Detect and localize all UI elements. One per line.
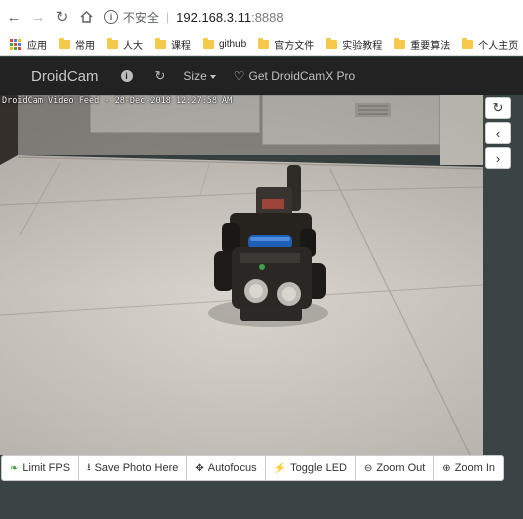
bookmark-folder[interactable]: 官方文件 — [258, 37, 314, 52]
bookmark-label: 重要算法 — [410, 41, 451, 52]
bookmark-label: github — [219, 39, 247, 50]
next-button[interactable]: › — [485, 147, 511, 169]
toggle-led-button[interactable]: ⚡ Toggle LED — [264, 455, 356, 481]
zoom-out-icon: ⊖ — [364, 462, 373, 474]
info-icon: i — [104, 10, 118, 24]
app-navbar: DroidCam i ↻ Size ♡ Get DroidCamX Pro — [0, 57, 523, 95]
zoom-in-label: Zoom In — [454, 462, 496, 474]
size-label: Size — [183, 69, 207, 83]
bookmark-label: 个人主页 — [478, 41, 519, 52]
bookmark-folder[interactable]: 常用 — [59, 37, 95, 52]
size-dropdown[interactable]: Size — [183, 69, 216, 83]
bookmark-folder[interactable]: 个人主页 — [462, 37, 518, 52]
url-host: 192.168.3.11 — [176, 9, 252, 25]
feed-caption: DroidCam Video Feed - 28-Dec-2018 12:27:… — [2, 96, 233, 106]
reload-icon: ↻ — [55, 9, 69, 26]
camera-image — [0, 95, 483, 455]
folder-icon — [59, 38, 70, 49]
flash-icon: ⚡ — [273, 462, 287, 474]
home-icon — [79, 11, 93, 23]
folder-icon — [258, 38, 270, 49]
autofocus-label: Autofocus — [207, 462, 257, 474]
video-feed: DroidCam Video Feed - 28-Dec-2018 12:27:… — [0, 95, 483, 455]
get-pro-link[interactable]: ♡ Get DroidCamX Pro — [234, 69, 355, 83]
bookmark-folder[interactable]: 人大 — [107, 37, 143, 52]
refresh-feed-button[interactable]: ↻ — [485, 97, 511, 119]
save-photo-button[interactable]: ⭳ Save Photo Here — [78, 455, 188, 481]
prev-button[interactable]: ‹ — [485, 122, 511, 144]
zoom-in-button[interactable]: ⊕ Zoom In — [433, 455, 505, 481]
security-label: 不安全 — [123, 10, 160, 25]
caret-down-icon — [209, 74, 216, 79]
bookmarks-bar: 应用 常用 人大 课程 github 官方文件 实验教程 重要算法 个人主页 — [0, 34, 523, 56]
arrow-left-icon: ← — [6, 8, 22, 26]
bookmark-label: 应用 — [27, 41, 47, 52]
camera-toolbar: ❧ Limit FPS ⭳ Save Photo Here ✥ Autofocus ⚡… — [1, 455, 505, 481]
arrow-right-icon: → — [30, 8, 46, 26]
limit-fps-label: Limit FPS — [22, 462, 71, 474]
bookmark-folder[interactable]: github — [203, 38, 247, 50]
reload-button[interactable]: ↻ — [52, 7, 72, 27]
heart-icon: ♡ — [233, 69, 245, 83]
bookmark-folder[interactable]: 重要算法 — [394, 37, 450, 52]
toggle-led-label: Toggle LED — [290, 462, 347, 474]
bookmark-apps[interactable]: 应用 — [10, 37, 47, 52]
chevron-right-icon: › — [495, 150, 501, 166]
info-icon[interactable]: i — [120, 70, 133, 82]
forward-button[interactable]: → — [28, 7, 48, 27]
folder-icon — [155, 38, 166, 49]
folder-icon — [394, 38, 406, 49]
download-icon: ⭳ — [87, 461, 91, 473]
folder-icon — [107, 38, 118, 49]
leaf-icon: ❧ — [10, 462, 19, 474]
folder-icon — [326, 38, 338, 49]
zoom-in-icon: ⊕ — [442, 462, 451, 474]
zoom-out-label: Zoom Out — [376, 462, 426, 474]
bookmark-label: 实验教程 — [342, 41, 383, 52]
bookmark-label: 官方文件 — [274, 41, 315, 52]
home-button[interactable] — [76, 7, 96, 27]
address-bar[interactable]: i 不安全 | 192.168.3.11 :8888 — [104, 4, 523, 30]
bookmark-folder[interactable]: 课程 — [155, 37, 191, 52]
folder-icon — [462, 38, 474, 49]
zoom-out-button[interactable]: ⊖ Zoom Out — [355, 455, 435, 481]
bookmark-label: 人大 — [123, 41, 143, 52]
separator: | — [166, 10, 170, 24]
bookmark-label: 课程 — [171, 41, 191, 52]
limit-fps-button[interactable]: ❧ Limit FPS — [1, 455, 80, 481]
brand-link[interactable]: DroidCam — [31, 68, 99, 85]
refresh-icon: ↻ — [492, 100, 504, 115]
bookmark-folder[interactable]: 实验教程 — [326, 37, 382, 52]
autofocus-button[interactable]: ✥ Autofocus — [186, 455, 266, 481]
back-button[interactable]: ← — [4, 7, 24, 27]
browser-toolbar: ← → ↻ i 不安全 | 192.168.3.11 :8888 — [0, 0, 523, 34]
get-pro-label: Get DroidCamX Pro — [248, 69, 356, 83]
move-icon: ✥ — [195, 462, 204, 474]
folder-icon — [203, 38, 214, 49]
refresh-icon[interactable]: ↻ — [155, 68, 166, 84]
url-port: :8888 — [251, 9, 284, 25]
chevron-left-icon: ‹ — [495, 125, 501, 141]
bookmark-label: 常用 — [75, 41, 95, 52]
save-photo-label: Save Photo Here — [94, 462, 179, 474]
apps-grid-icon — [10, 39, 21, 50]
